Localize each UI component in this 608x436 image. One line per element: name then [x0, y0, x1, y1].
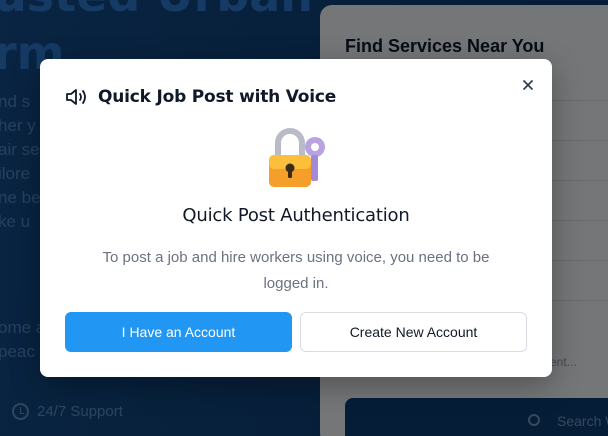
close-button[interactable] — [518, 75, 538, 95]
lock-with-key-icon — [269, 128, 325, 187]
create-account-button[interactable]: Create New Account — [300, 312, 527, 352]
speaker-icon — [66, 89, 86, 105]
quick-post-modal: Quick Job Post with Voice Quick Post Aut… — [40, 59, 552, 377]
auth-heading: Quick Post Authentication — [182, 205, 410, 226]
auth-description: To post a job and hire workers using voi… — [102, 249, 490, 292]
modal-header: Quick Job Post with Voice — [65, 86, 336, 108]
have-account-button[interactable]: I Have an Account — [65, 312, 292, 352]
close-icon — [523, 80, 533, 90]
modal-title: Quick Job Post with Voice — [98, 87, 337, 107]
